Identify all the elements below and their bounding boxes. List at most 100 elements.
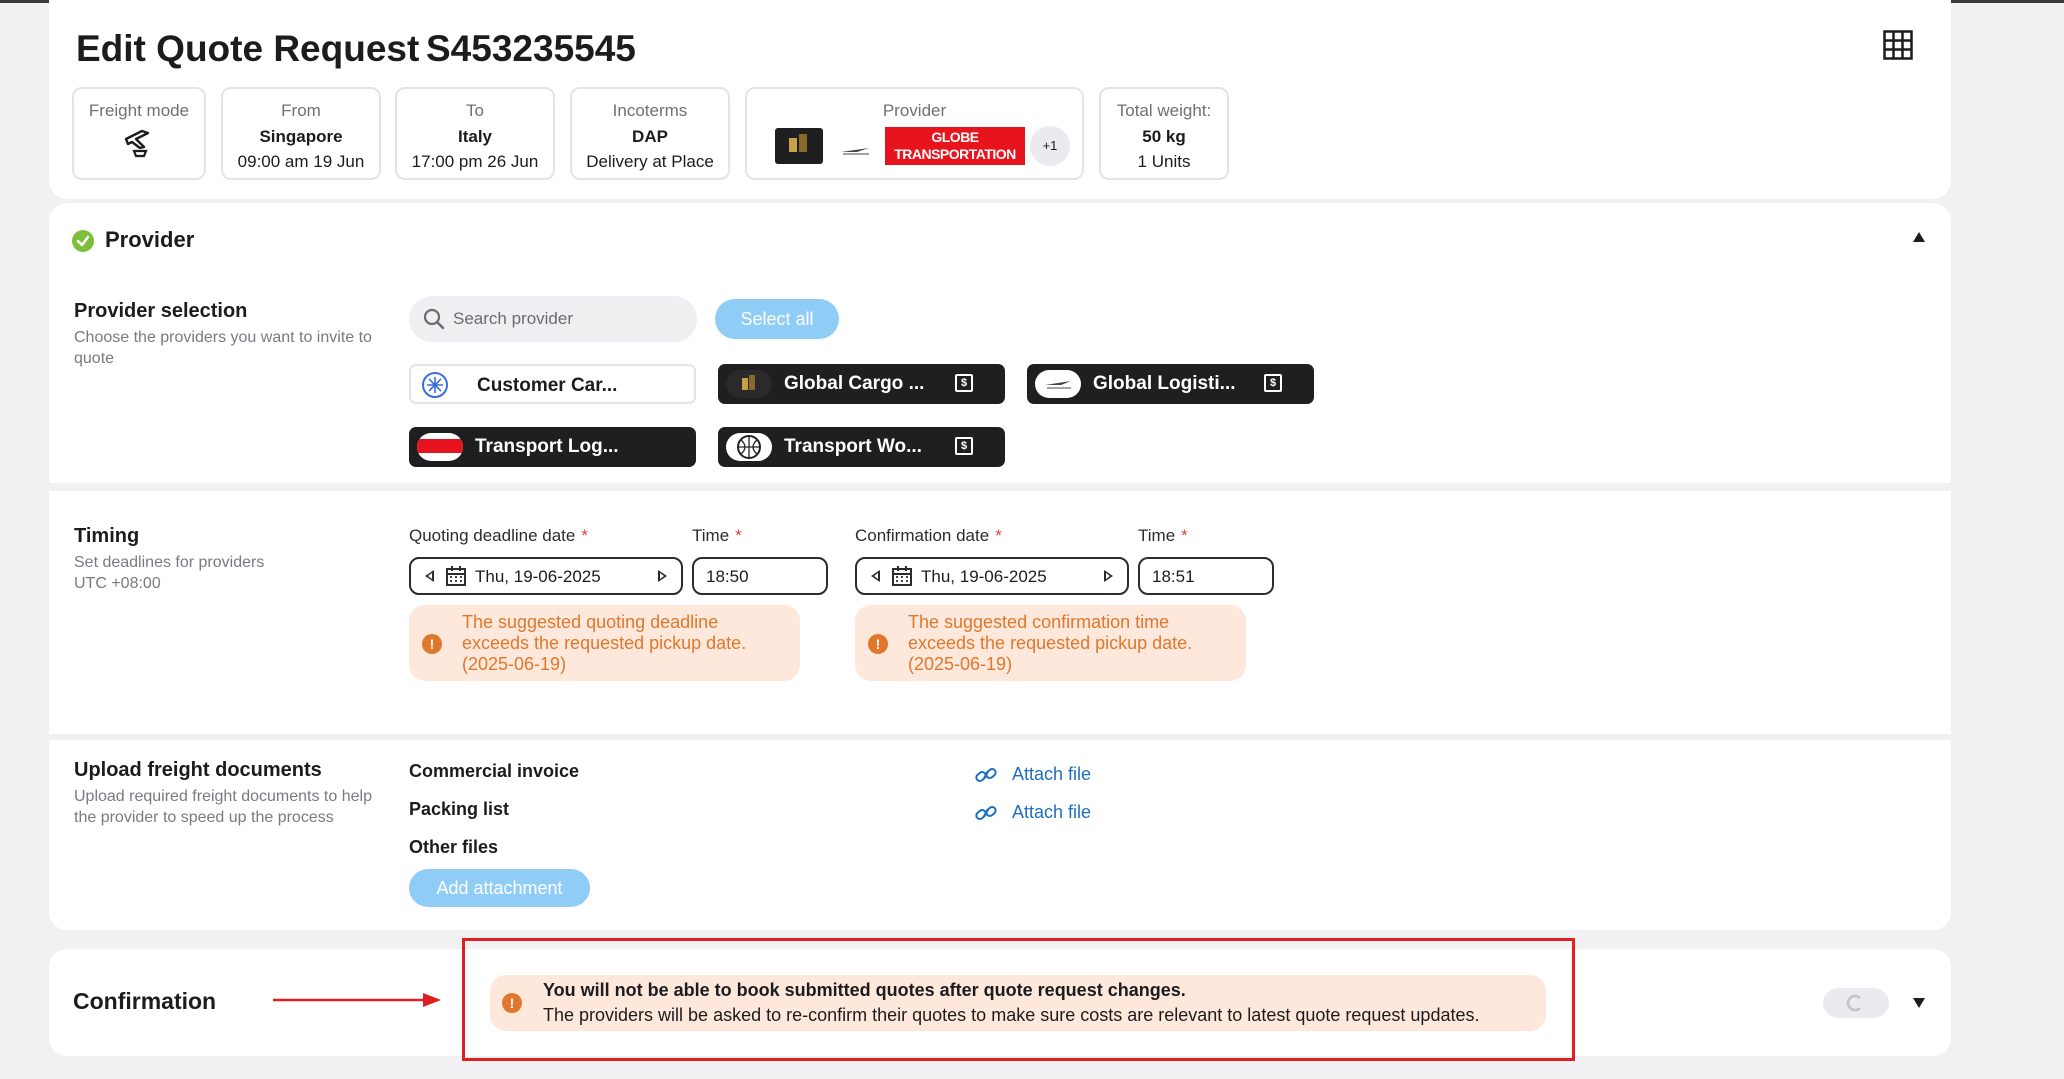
link-icon	[975, 768, 997, 782]
air-freight-icon	[124, 129, 150, 158]
confirmation-title: Confirmation	[73, 988, 217, 1014]
incoterms-label: Incoterms	[612, 101, 688, 120]
provider-search-input[interactable]: Search provider	[409, 296, 697, 342]
confirmation-change-warning: ! You will not be able to book submitted…	[490, 975, 1546, 1031]
chip-name: Customer Car...	[477, 375, 618, 396]
incoterms-name: Delivery at Place	[586, 152, 714, 171]
global-cargo-chip-logo	[726, 370, 772, 398]
summary-weight: Total weight: 50 kg 1 Units	[1099, 87, 1229, 180]
upload-desc: Upload required freight documents to hel…	[74, 788, 372, 826]
confirmation-time-input[interactable]: 18:51	[1138, 557, 1274, 595]
quoting-deadline-warning-text: The suggested quoting deadline exceeds t…	[462, 612, 747, 674]
summary-incoterms: Incoterms DAP Delivery at Place	[570, 87, 730, 180]
provider-selection-desc: Choose the providers you want to invite …	[74, 329, 372, 367]
quoting-deadline-warning: ! The suggested quoting deadline exceeds…	[409, 605, 800, 681]
attach-file-label: Attach file	[1012, 802, 1092, 822]
summary-freight-mode: Freight mode	[72, 87, 206, 180]
from-time: 09:00 am 19 Jun	[237, 152, 365, 171]
weight-value: 50 kg	[1142, 127, 1186, 146]
collapse-chevron-up-icon[interactable]	[1913, 232, 1925, 242]
quoting-time-label: Time *	[692, 526, 742, 545]
add-attachment-button[interactable]: Add attachment	[409, 869, 590, 907]
confirmation-warning-title: You will not be able to book submitted q…	[543, 980, 1186, 1000]
required-mark: *	[735, 526, 742, 545]
timing-desc: Set deadlines for providers	[74, 554, 265, 571]
freight-mode-label: Freight mode	[88, 101, 190, 120]
from-place: Singapore	[259, 127, 343, 146]
from-label: From	[281, 101, 321, 120]
provider-label: Provider	[882, 101, 947, 120]
attach-file-label: Attach file	[1012, 764, 1092, 784]
incoterms-code: DAP	[632, 127, 668, 146]
next-date-icon-inner	[660, 573, 664, 579]
confirmation-warning: ! The suggested confirmation time exceed…	[855, 605, 1246, 681]
timing-title: Timing	[74, 525, 140, 547]
chip-name: Transport Wo...	[784, 436, 922, 457]
warning-icon: !	[422, 634, 442, 654]
rate-sheet-icon: $	[955, 437, 973, 455]
summary-to: To Italy 17:00 pm 26 Jun	[395, 87, 555, 180]
confirmation-date-label: Confirmation date *	[855, 526, 1002, 545]
rate-sheet-icon: $	[1264, 374, 1282, 392]
confirmation-warning-text: The suggested confirmation time exceeds …	[908, 612, 1193, 674]
calendar-icon	[446, 566, 466, 586]
to-label: To	[466, 101, 484, 120]
upload-card: Upload freight documents Upload required…	[49, 740, 1951, 930]
rate-sheet-icon: $	[955, 374, 973, 392]
confirmation-warning-body: The providers will be asked to re-confir…	[543, 1005, 1480, 1025]
other-files-label: Other files	[409, 837, 499, 857]
calendar-icon	[892, 566, 912, 586]
required-mark: *	[995, 526, 1002, 545]
quoting-time-input[interactable]: 18:50	[692, 557, 828, 595]
confirmation-date-input[interactable]: Thu, 19-06-2025	[855, 557, 1129, 595]
provider-chip-customer-cargo[interactable]: Customer Car...	[409, 364, 696, 404]
global-cargo-logo	[775, 128, 823, 164]
request-id: S453235545	[426, 28, 636, 69]
header-card: Edit Quote Request S453235545 Freight mo…	[49, 0, 1951, 199]
chip-name: Transport Log...	[475, 436, 619, 457]
provider-chip-global-logistics[interactable]: Global Logisti... $	[1027, 364, 1314, 404]
annotation-highlight-box: ! You will not be able to book submitted…	[462, 938, 1575, 1061]
quoting-time-value: 18:50	[706, 567, 749, 586]
global-logistics-chip-logo	[1035, 370, 1081, 398]
provider-chip-global-cargo[interactable]: Global Cargo ... $	[718, 364, 1005, 404]
provider-selection-title: Provider selection	[74, 300, 248, 322]
provider-chip-transport-logistics[interactable]: Transport Log...	[409, 427, 696, 467]
provider-section-title: Provider	[105, 227, 195, 252]
transport-world-chip-logo	[726, 433, 772, 461]
link-icon	[975, 806, 997, 820]
prev-date-icon-inner	[874, 573, 878, 579]
transport-logistics-chip-logo	[417, 433, 463, 461]
summary-provider: Provider GLOBE TRANSPORTATION +1	[745, 87, 1084, 180]
search-placeholder: Search provider	[453, 309, 574, 328]
required-mark: *	[581, 526, 588, 545]
chip-name: Global Cargo ...	[784, 373, 925, 394]
weight-label: Total weight:	[1116, 101, 1212, 120]
select-all-button[interactable]: Select all	[715, 299, 839, 339]
next-date-icon-inner	[1106, 573, 1110, 579]
weight-units: 1 Units	[1137, 152, 1191, 171]
quoting-deadline-date-input[interactable]: Thu, 19-06-2025	[409, 557, 683, 595]
upload-title: Upload freight documents	[74, 759, 322, 781]
grid-view-icon[interactable]	[1883, 30, 1913, 60]
toggle-switch[interactable]	[1823, 988, 1889, 1018]
quoting-deadline-label: Quoting deadline date *	[409, 526, 588, 545]
page-title: Edit Quote Request	[76, 28, 420, 69]
global-logistics-logo	[839, 141, 873, 155]
success-check-icon	[72, 230, 94, 252]
provider-chip-transport-world[interactable]: Transport Wo... $	[718, 427, 1005, 467]
confirmation-date-value: Thu, 19-06-2025	[921, 567, 1047, 586]
prev-date-icon-inner	[428, 573, 432, 579]
search-icon	[423, 308, 445, 330]
confirmation-time-value: 18:51	[1152, 567, 1195, 586]
packing-list-label: Packing list	[409, 799, 510, 819]
expand-chevron-down-icon[interactable]	[1913, 998, 1925, 1008]
customer-cargo-logo	[421, 371, 449, 399]
to-time: 17:00 pm 26 Jun	[411, 152, 539, 171]
quoting-deadline-date-value: Thu, 19-06-2025	[475, 567, 601, 586]
warning-icon: !	[868, 634, 888, 654]
loading-spinner-icon	[1846, 994, 1861, 1012]
confirmation-time-label: Time *	[1138, 526, 1188, 545]
globe-transportation-logo-text: GLOBE TRANSPORTATION	[894, 129, 1016, 162]
provider-more-badge[interactable]: +1	[1030, 126, 1070, 166]
